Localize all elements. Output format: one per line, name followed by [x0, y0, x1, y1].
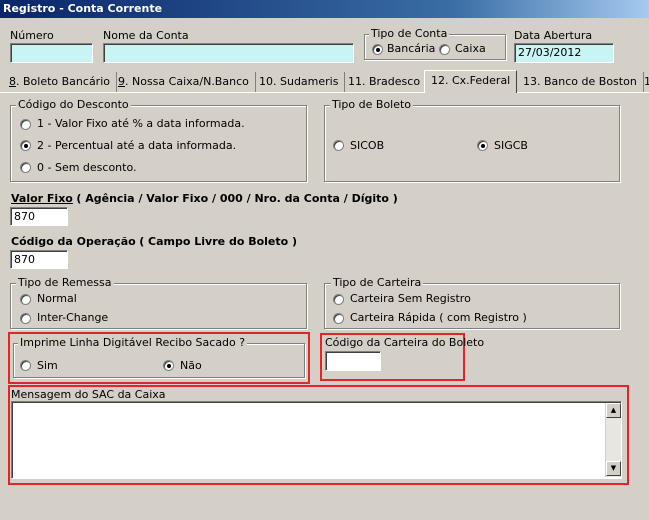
imprime-nao-radio[interactable]	[163, 360, 174, 371]
tab-cx-federal[interactable]: 12. Cx.Federal	[424, 70, 518, 93]
boleto-legend: Tipo de Boleto	[330, 98, 414, 111]
desconto-legend: Código do Desconto	[16, 98, 131, 111]
imprime-nao-label: Não	[180, 359, 202, 372]
desconto-opt1-radio[interactable]	[20, 119, 31, 130]
tab-strip-line	[0, 92, 649, 93]
operacao-label: Código da Operação ( Campo Livre do Bole…	[11, 235, 298, 248]
data-abertura-label: Data Abertura	[514, 29, 593, 42]
desconto-opt2-label: 2 - Percentual até a data informada.	[37, 139, 237, 152]
remessa-legend: Tipo de Remessa	[16, 276, 114, 289]
sigcb-radio[interactable]	[477, 140, 488, 151]
valor-fixo-input[interactable]: 870	[10, 207, 68, 226]
carteira-legend: Tipo de Carteira	[331, 276, 424, 289]
tipo-conta-legend: Tipo de Conta	[369, 27, 450, 40]
valor-fixo-label: Valor Fixo ( Agência / Valor Fixo / 000 …	[11, 192, 398, 205]
desconto-opt3-label: 0 - Sem desconto.	[37, 161, 137, 174]
tab-bradesco[interactable]: 11. Bradesco	[342, 72, 428, 92]
tab-banco-boston[interactable]: 13. Banco de Boston	[517, 72, 644, 92]
sac-label: Mensagem do SAC da Caixa	[11, 388, 166, 401]
bancaria-label: Bancária	[387, 42, 436, 55]
tab-sudameris[interactable]: 10. Sudameris	[253, 72, 346, 92]
tab-overflow[interactable]: 1	[638, 72, 649, 92]
desconto-opt2-radio[interactable]	[20, 140, 31, 151]
remessa-normal-radio[interactable]	[20, 294, 31, 305]
window-title: Registro - Conta Corrente	[0, 0, 649, 18]
sac-text	[12, 402, 621, 406]
remessa-interchange-label: Inter-Change	[37, 311, 109, 324]
carteira-rapida-radio[interactable]	[333, 313, 344, 324]
numero-label: Número	[10, 29, 54, 42]
numero-input[interactable]	[10, 43, 93, 63]
codigo-carteira-input[interactable]	[325, 351, 381, 371]
imprime-sim-radio[interactable]	[20, 360, 31, 371]
caixa-radio[interactable]	[439, 44, 450, 55]
sicob-label: SICOB	[350, 139, 385, 152]
nome-label: Nome da Conta	[103, 29, 189, 42]
carteira-rapida-label: Carteira Rápida ( com Registro )	[350, 311, 527, 324]
carteira-sem-registro-radio[interactable]	[333, 294, 344, 305]
sac-textarea[interactable]	[11, 401, 622, 479]
sicob-radio[interactable]	[333, 140, 344, 151]
imprime-sim-label: Sim	[37, 359, 58, 372]
data-abertura-input[interactable]: 27/03/2012	[514, 43, 614, 63]
operacao-input[interactable]: 870	[10, 250, 68, 269]
remessa-interchange-radio[interactable]	[20, 313, 31, 324]
carteira-sem-registro-label: Carteira Sem Registro	[350, 292, 471, 305]
tab-boleto-bancario[interactable]: 8. Boleto Bancário	[3, 72, 117, 92]
desconto-opt1-label: 1 - Valor Fixo até % a data informada.	[37, 117, 245, 130]
caixa-label: Caixa	[455, 42, 486, 55]
imprime-legend: Imprime Linha Digitável Recibo Sacado ?	[18, 336, 248, 349]
remessa-normal-label: Normal	[37, 292, 77, 305]
bancaria-radio[interactable]	[372, 44, 383, 55]
tab-nossa-caixa[interactable]: 9. Nossa Caixa/N.Banco	[112, 72, 256, 92]
nome-conta-input[interactable]	[103, 43, 354, 63]
scroll-down-icon[interactable]: ▼	[606, 461, 621, 476]
codigo-carteira-label: Código da Carteira do Boleto	[325, 336, 485, 349]
desconto-opt3-radio[interactable]	[20, 162, 31, 173]
sigcb-label: SIGCB	[494, 139, 528, 152]
scroll-up-icon[interactable]: ▲	[606, 403, 621, 418]
